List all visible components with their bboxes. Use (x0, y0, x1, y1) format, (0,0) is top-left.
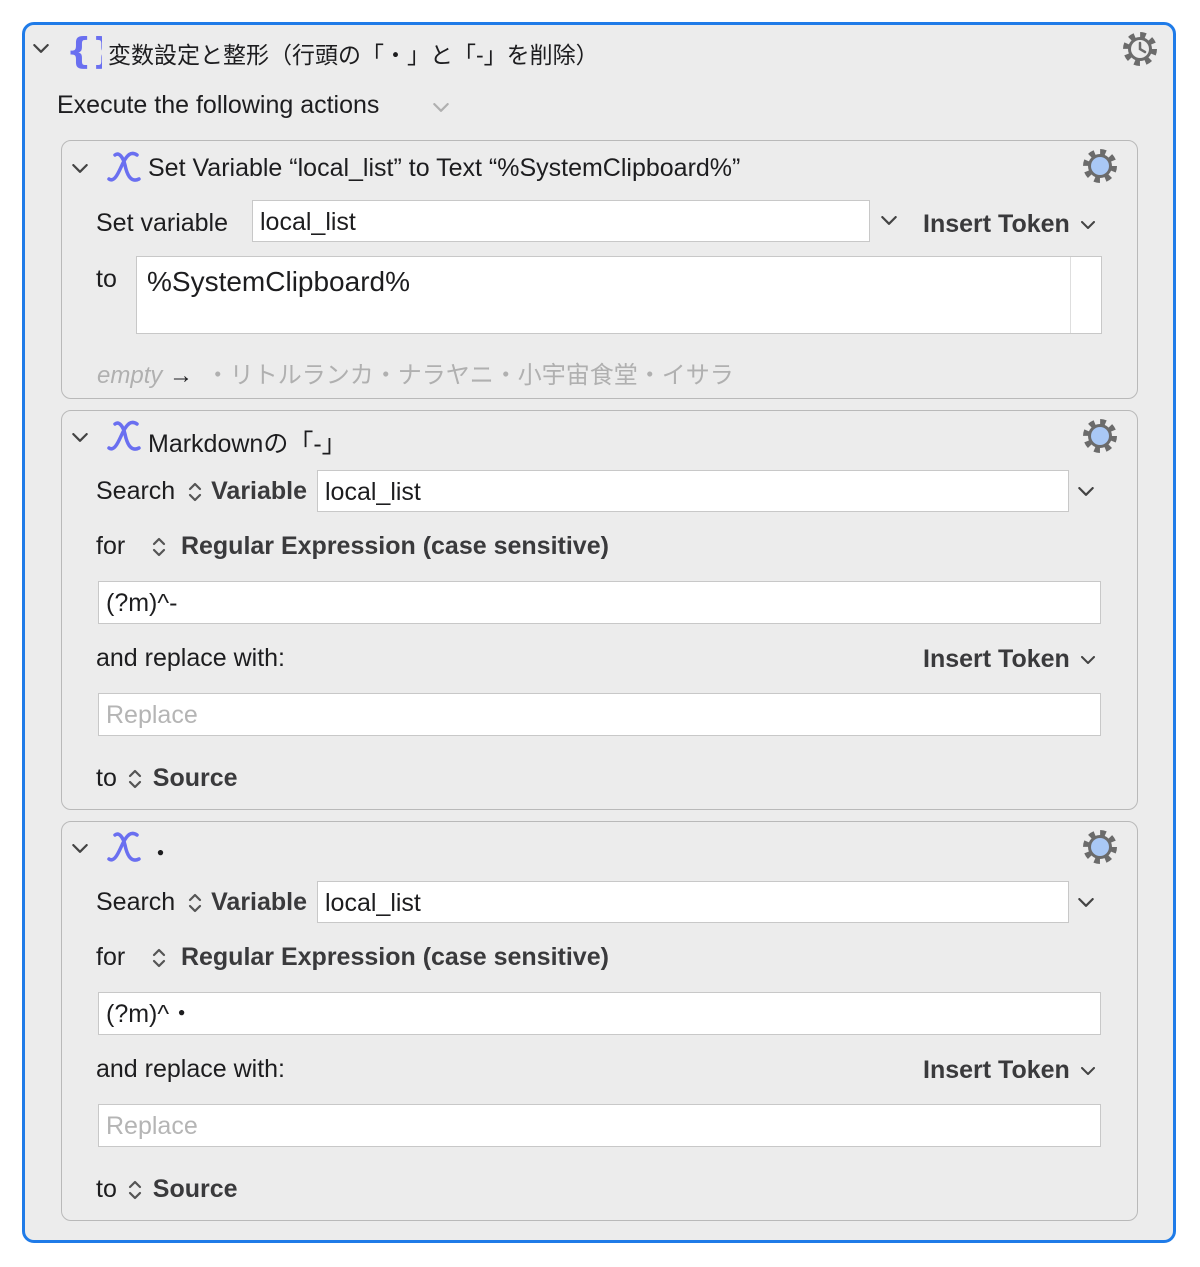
to-text: to (96, 764, 117, 792)
search-text: Search (96, 888, 176, 916)
search-label-2: Search Variable (96, 477, 307, 506)
action1-gear-icon[interactable] (1080, 146, 1120, 186)
action3-title: ・ (148, 840, 174, 868)
replace-field-2[interactable]: Replace (98, 693, 1101, 736)
search-label-3: Search Variable (96, 888, 307, 917)
for-label-2: for (96, 532, 126, 560)
text-field-scroll-divider (1070, 257, 1071, 333)
search-text: Search (96, 477, 176, 505)
preview-arrow: → (169, 362, 194, 389)
insert-token-label: Insert Token (923, 645, 1070, 673)
match-type-popup-2[interactable]: Regular Expression (case sensitive) (152, 532, 609, 561)
replace-field-3[interactable]: Replace (98, 1104, 1101, 1147)
group-collapse-chevron-icon[interactable] (33, 44, 49, 54)
group-title: 変数設定と整形（行頭の「・」と「-」を削除） (108, 42, 599, 68)
variable-name-value: local_list (260, 208, 356, 236)
search-variable-value: local_list (325, 478, 421, 506)
insert-token-button-2[interactable]: Insert Token (923, 645, 1095, 674)
preview-empty: empty (97, 362, 163, 389)
preview-line: empty → ・リトルランカ・ナラヤニ・小宇宙食堂・イサラ (97, 355, 734, 390)
search-type-updown-icon (189, 483, 202, 502)
action3-collapse-chevron-icon[interactable] (72, 844, 88, 854)
replace-placeholder: Replace (106, 701, 198, 729)
insert-token-label: Insert Token (923, 1056, 1070, 1084)
for-label-3: for (96, 943, 126, 971)
action3-variable-x-icon (107, 831, 141, 862)
search-variable-value: local_list (325, 889, 421, 917)
action2-variable-x-icon (107, 420, 141, 451)
replace-placeholder: Replace (106, 1112, 198, 1140)
match-type-updown-icon (152, 538, 166, 557)
to-label-1: to (96, 265, 117, 293)
search-variable-chevron-icon[interactable] (1078, 898, 1094, 908)
match-type-updown-icon (152, 949, 166, 968)
text-value-field[interactable]: %SystemClipboard% (136, 256, 1102, 334)
search-type-updown-icon (189, 894, 202, 913)
action1-title: Set Variable “local_list” to Text “%Syst… (148, 154, 741, 182)
set-variable-label: Set variable (96, 209, 229, 237)
destination-updown-icon (128, 770, 141, 789)
action2-gear-icon[interactable] (1080, 416, 1120, 456)
group-clock-gear-icon[interactable] (1119, 28, 1161, 70)
insert-token-chevron-icon (1080, 220, 1095, 229)
destination[interactable]: Source (153, 1175, 238, 1203)
pattern-value: (?m)^・ (106, 1000, 195, 1028)
preview-result: ・リトルランカ・ナラヤニ・小宇宙食堂・イサラ (205, 362, 734, 389)
execute-dropdown-chevron-icon[interactable] (433, 103, 449, 113)
action2-title: Markdownの「-」 (148, 430, 347, 458)
action2-collapse-chevron-icon[interactable] (72, 433, 88, 443)
execute-label: Execute the following actions (57, 91, 380, 119)
match-type: Regular Expression (case sensitive) (180, 943, 609, 971)
pattern-value: (?m)^- (106, 589, 178, 617)
insert-token-chevron-icon (1080, 1066, 1095, 1075)
destination-row-2: to Source (96, 764, 238, 793)
svg-text:{}: {} (66, 31, 102, 70)
action1-variable-x-icon (107, 151, 141, 182)
action1-collapse-chevron-icon[interactable] (72, 164, 88, 174)
variable-name-field[interactable]: local_list (252, 200, 870, 242)
insert-token-button-3[interactable]: Insert Token (923, 1056, 1095, 1085)
search-variable-field[interactable]: local_list (317, 470, 1069, 512)
destination[interactable]: Source (153, 764, 238, 792)
search-variable-field[interactable]: local_list (317, 881, 1069, 923)
insert-token-button-1[interactable]: Insert Token (923, 210, 1095, 239)
action3-gear-icon[interactable] (1080, 827, 1120, 867)
group-braces-icon: {} (66, 31, 102, 70)
pattern-field-3[interactable]: (?m)^・ (98, 992, 1101, 1035)
text-value: %SystemClipboard% (147, 266, 410, 297)
search-variable-chevron-icon[interactable] (1078, 487, 1094, 497)
destination-updown-icon (128, 1181, 141, 1200)
to-text: to (96, 1175, 117, 1203)
insert-token-chevron-icon (1080, 655, 1095, 664)
search-type[interactable]: Variable (211, 888, 307, 916)
destination-row-3: to Source (96, 1175, 238, 1204)
pattern-field-2[interactable]: (?m)^- (98, 581, 1101, 624)
match-type-popup-3[interactable]: Regular Expression (case sensitive) (152, 943, 609, 972)
match-type: Regular Expression (case sensitive) (180, 532, 609, 560)
variable-dropdown-chevron-icon[interactable] (881, 216, 897, 226)
insert-token-label: Insert Token (923, 210, 1070, 238)
search-type[interactable]: Variable (211, 477, 307, 505)
replace-with-label-3: and replace with: (96, 1055, 286, 1083)
replace-with-label-2: and replace with: (96, 644, 286, 672)
